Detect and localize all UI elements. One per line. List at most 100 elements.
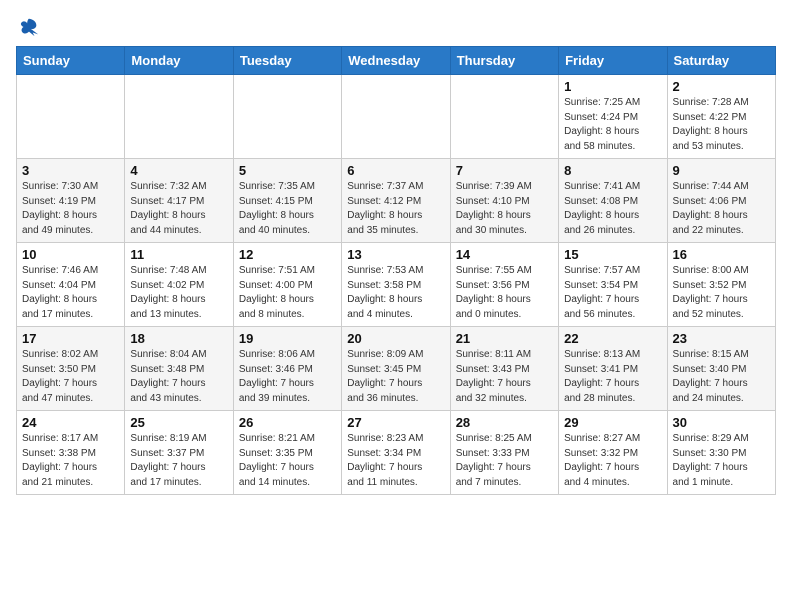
calendar-cell: 29 Sunrise: 8:27 AM Sunset: 3:32 PM Dayli… <box>559 411 667 495</box>
day-number: 7 <box>456 163 553 178</box>
day-info: Sunrise: 8:17 AM Sunset: 3:38 PM Dayligh… <box>22 432 119 490</box>
day-number: 16 <box>673 247 770 262</box>
calendar-cell: 27 Sunrise: 8:23 AM Sunset: 3:34 PM Dayli… <box>342 411 450 495</box>
day-number: 25 <box>130 415 227 430</box>
weekday-header-row: SundayMondayTuesdayWednesdayThursdayFrid… <box>17 47 776 75</box>
day-info: Sunrise: 7:48 AM Sunset: 4:02 PM Dayligh… <box>130 264 227 322</box>
weekday-header-sunday: Sunday <box>17 47 125 75</box>
calendar-cell: 22 Sunrise: 8:13 AM Sunset: 3:41 PM Dayli… <box>559 327 667 411</box>
calendar-cell: 10Sunrise: 7:46 AM Sunset: 4:04 PM Dayli… <box>17 243 125 327</box>
weekday-header-thursday: Thursday <box>450 47 558 75</box>
day-number: 11 <box>130 247 227 262</box>
day-info: Sunrise: 7:28 AM Sunset: 4:22 PM Dayligh… <box>673 96 770 154</box>
day-number: 5 <box>239 163 336 178</box>
week-row-1: 1 Sunrise: 7:25 AM Sunset: 4:24 PM Daylig… <box>17 75 776 159</box>
day-info: Sunrise: 8:15 AM Sunset: 3:40 PM Dayligh… <box>673 348 770 406</box>
calendar-cell: 15 Sunrise: 7:57 AM Sunset: 3:54 PM Dayli… <box>559 243 667 327</box>
day-info: Sunrise: 7:51 AM Sunset: 4:00 PM Dayligh… <box>239 264 336 322</box>
calendar-cell: 2 Sunrise: 7:28 AM Sunset: 4:22 PM Daylig… <box>667 75 775 159</box>
day-number: 22 <box>564 331 661 346</box>
weekday-header-saturday: Saturday <box>667 47 775 75</box>
calendar-cell: 13 Sunrise: 7:53 AM Sunset: 3:58 PM Dayli… <box>342 243 450 327</box>
day-number: 28 <box>456 415 553 430</box>
day-number: 6 <box>347 163 444 178</box>
day-info: Sunrise: 7:37 AM Sunset: 4:12 PM Dayligh… <box>347 180 444 238</box>
week-row-3: 10Sunrise: 7:46 AM Sunset: 4:04 PM Dayli… <box>17 243 776 327</box>
day-info: Sunrise: 8:02 AM Sunset: 3:50 PM Dayligh… <box>22 348 119 406</box>
calendar-cell: 1 Sunrise: 7:25 AM Sunset: 4:24 PM Daylig… <box>559 75 667 159</box>
calendar-cell: 9 Sunrise: 7:44 AM Sunset: 4:06 PM Daylig… <box>667 159 775 243</box>
day-info: Sunrise: 8:13 AM Sunset: 3:41 PM Dayligh… <box>564 348 661 406</box>
weekday-header-wednesday: Wednesday <box>342 47 450 75</box>
day-info: Sunrise: 7:53 AM Sunset: 3:58 PM Dayligh… <box>347 264 444 322</box>
day-number: 14 <box>456 247 553 262</box>
day-info: Sunrise: 8:23 AM Sunset: 3:34 PM Dayligh… <box>347 432 444 490</box>
weekday-header-friday: Friday <box>559 47 667 75</box>
calendar-cell: 26Sunrise: 8:21 AM Sunset: 3:35 PM Dayli… <box>233 411 341 495</box>
day-info: Sunrise: 8:27 AM Sunset: 3:32 PM Dayligh… <box>564 432 661 490</box>
day-info: Sunrise: 8:29 AM Sunset: 3:30 PM Dayligh… <box>673 432 770 490</box>
calendar-cell <box>17 75 125 159</box>
day-number: 30 <box>673 415 770 430</box>
day-number: 15 <box>564 247 661 262</box>
day-number: 4 <box>130 163 227 178</box>
week-row-4: 17 Sunrise: 8:02 AM Sunset: 3:50 PM Dayli… <box>17 327 776 411</box>
day-info: Sunrise: 7:44 AM Sunset: 4:06 PM Dayligh… <box>673 180 770 238</box>
calendar-cell <box>125 75 233 159</box>
day-number: 19 <box>239 331 336 346</box>
calendar-cell: 19 Sunrise: 8:06 AM Sunset: 3:46 PM Dayli… <box>233 327 341 411</box>
weekday-header-monday: Monday <box>125 47 233 75</box>
day-number: 27 <box>347 415 444 430</box>
calendar-cell: 23Sunrise: 8:15 AM Sunset: 3:40 PM Dayli… <box>667 327 775 411</box>
calendar-cell: 7 Sunrise: 7:39 AM Sunset: 4:10 PM Daylig… <box>450 159 558 243</box>
day-info: Sunrise: 8:11 AM Sunset: 3:43 PM Dayligh… <box>456 348 553 406</box>
day-info: Sunrise: 7:39 AM Sunset: 4:10 PM Dayligh… <box>456 180 553 238</box>
calendar-cell <box>342 75 450 159</box>
day-info: Sunrise: 7:57 AM Sunset: 3:54 PM Dayligh… <box>564 264 661 322</box>
day-info: Sunrise: 8:04 AM Sunset: 3:48 PM Dayligh… <box>130 348 227 406</box>
day-info: Sunrise: 8:00 AM Sunset: 3:52 PM Dayligh… <box>673 264 770 322</box>
header <box>16 16 776 38</box>
day-number: 13 <box>347 247 444 262</box>
calendar-cell: 11 Sunrise: 7:48 AM Sunset: 4:02 PM Dayli… <box>125 243 233 327</box>
calendar-cell: 14 Sunrise: 7:55 AM Sunset: 3:56 PM Dayli… <box>450 243 558 327</box>
day-number: 9 <box>673 163 770 178</box>
day-number: 2 <box>673 79 770 94</box>
day-info: Sunrise: 8:19 AM Sunset: 3:37 PM Dayligh… <box>130 432 227 490</box>
calendar-cell: 5Sunrise: 7:35 AM Sunset: 4:15 PM Daylig… <box>233 159 341 243</box>
calendar-cell: 21 Sunrise: 8:11 AM Sunset: 3:43 PM Dayli… <box>450 327 558 411</box>
calendar-cell: 28 Sunrise: 8:25 AM Sunset: 3:33 PM Dayli… <box>450 411 558 495</box>
day-number: 17 <box>22 331 119 346</box>
calendar-cell: 25 Sunrise: 8:19 AM Sunset: 3:37 PM Dayli… <box>125 411 233 495</box>
day-info: Sunrise: 7:46 AM Sunset: 4:04 PM Dayligh… <box>22 264 119 322</box>
calendar-cell: 4 Sunrise: 7:32 AM Sunset: 4:17 PM Daylig… <box>125 159 233 243</box>
calendar-cell: 24Sunrise: 8:17 AM Sunset: 3:38 PM Dayli… <box>17 411 125 495</box>
day-number: 20 <box>347 331 444 346</box>
day-number: 29 <box>564 415 661 430</box>
calendar-cell: 12Sunrise: 7:51 AM Sunset: 4:00 PM Dayli… <box>233 243 341 327</box>
calendar-cell: 17 Sunrise: 8:02 AM Sunset: 3:50 PM Dayli… <box>17 327 125 411</box>
calendar-cell <box>450 75 558 159</box>
calendar-cell: 8 Sunrise: 7:41 AM Sunset: 4:08 PM Daylig… <box>559 159 667 243</box>
day-info: Sunrise: 7:55 AM Sunset: 3:56 PM Dayligh… <box>456 264 553 322</box>
logo-bird-icon <box>18 16 40 38</box>
day-info: Sunrise: 7:25 AM Sunset: 4:24 PM Dayligh… <box>564 96 661 154</box>
day-number: 21 <box>456 331 553 346</box>
calendar-table: SundayMondayTuesdayWednesdayThursdayFrid… <box>16 46 776 495</box>
day-number: 8 <box>564 163 661 178</box>
calendar-cell: 6 Sunrise: 7:37 AM Sunset: 4:12 PM Daylig… <box>342 159 450 243</box>
calendar-cell: 30 Sunrise: 8:29 AM Sunset: 3:30 PM Dayli… <box>667 411 775 495</box>
day-number: 1 <box>564 79 661 94</box>
day-info: Sunrise: 8:09 AM Sunset: 3:45 PM Dayligh… <box>347 348 444 406</box>
day-info: Sunrise: 8:06 AM Sunset: 3:46 PM Dayligh… <box>239 348 336 406</box>
day-info: Sunrise: 8:21 AM Sunset: 3:35 PM Dayligh… <box>239 432 336 490</box>
calendar-cell: 3Sunrise: 7:30 AM Sunset: 4:19 PM Daylig… <box>17 159 125 243</box>
day-info: Sunrise: 8:25 AM Sunset: 3:33 PM Dayligh… <box>456 432 553 490</box>
calendar-cell: 20 Sunrise: 8:09 AM Sunset: 3:45 PM Dayli… <box>342 327 450 411</box>
day-number: 18 <box>130 331 227 346</box>
day-info: Sunrise: 7:41 AM Sunset: 4:08 PM Dayligh… <box>564 180 661 238</box>
day-info: Sunrise: 7:32 AM Sunset: 4:17 PM Dayligh… <box>130 180 227 238</box>
day-info: Sunrise: 7:30 AM Sunset: 4:19 PM Dayligh… <box>22 180 119 238</box>
week-row-5: 24Sunrise: 8:17 AM Sunset: 3:38 PM Dayli… <box>17 411 776 495</box>
calendar-cell <box>233 75 341 159</box>
